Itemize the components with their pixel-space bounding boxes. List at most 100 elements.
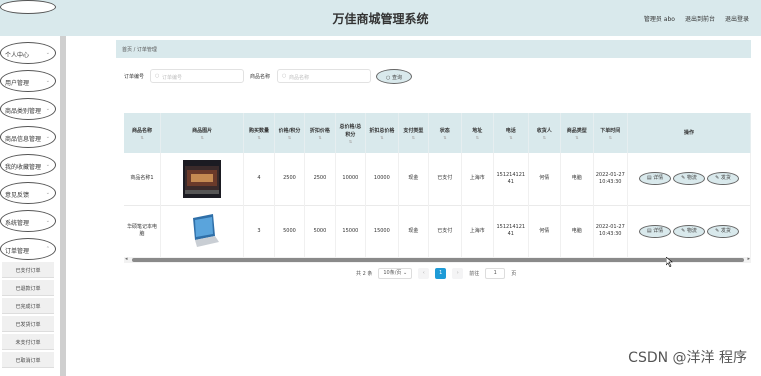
column-header[interactable]: 购买数量 ⇅ [243,113,275,153]
cell-goods-type: 电脑 [560,153,594,205]
column-header[interactable]: 支付类型 ⇅ [398,113,430,153]
goods-name-input[interactable]: ○ 商品名称 [277,69,371,83]
submenu-unpaid-orders[interactable]: 未支付订单 [2,334,54,350]
scroll-left-icon[interactable]: ◂ [125,256,128,262]
page-number-current[interactable]: 1 [435,267,447,279]
column-header[interactable]: 收货人 ⇅ [528,113,562,153]
sort-icon: ⇅ [443,134,447,140]
orders-table: 商品名称 ⇅ 商品图片 ⇅ 购买数量 ⇅ 价格/积分 ⇅ 折扣价格 ⇅ 总价格/总积分 ⇅ … [124,113,751,259]
chevron-down-icon: ⌄ [45,50,50,56]
order-no-input[interactable]: ○ 订单编号 [150,69,244,83]
column-header[interactable]: 价格/积分 ⇅ [274,113,306,153]
cell-discount: 5000 [304,205,336,257]
breadcrumb-current: 订单管理 [136,47,157,53]
ship-button[interactable]: ✎ 发货 [707,224,739,238]
query-button-label: 查询 [391,75,402,81]
sidebar-item-favorites[interactable]: 我的收藏管理 ⌄ [0,154,56,176]
column-header[interactable]: 折扣价格 ⇅ [304,113,336,153]
chevron-down-icon: ⌄ [45,218,50,224]
column-header[interactable]: 地址 ⇅ [461,113,495,153]
logistics-button[interactable]: ✎ 物流 [673,224,705,238]
submenu-refunded-orders[interactable]: 已退款订单 [2,280,54,296]
cell-phone: 15121412141 [493,153,529,205]
logistics-button[interactable]: ✎ 物流 [673,172,705,186]
sidebar-item-orders[interactable]: 订单管理 ⌃ [0,238,56,260]
column-header[interactable]: 总价格/总积分 ⇅ [335,113,367,153]
sort-icon: ⇅ [348,138,353,144]
chevron-down-icon: ⌄ [45,134,50,140]
main-content: 首页 / 订单管理 订单编号 ○ 订单编号 商品名称 ○ 商品名称 ○ 查询 商… [66,36,761,376]
order-no-placeholder: 订单编号 [162,75,183,81]
next-page-button[interactable]: › [452,267,464,279]
cell-goods-type: 电脑 [560,205,594,257]
goto-page-input[interactable]: 1 [485,267,506,279]
chevron-down-icon: ⌄ [45,78,50,84]
cell-discount-total: 15000 [365,205,399,257]
cell-goods-image [160,153,245,205]
page-unit-label: 页 [511,270,517,277]
sidebar-item-users[interactable]: 用户管理 ⌄ [0,70,56,92]
scroll-right-icon[interactable]: ▸ [747,256,750,262]
sidebar-item-label: 意见反馈 [5,192,30,199]
sort-icon: ⇅ [200,134,204,140]
submenu-label: 已发货订单 [15,322,41,328]
detail-button[interactable]: ▤ 详情 [639,172,671,186]
app-header: 万佳商城管理系统 管理员 abo 退出到前台 退出登录 [0,0,761,36]
goods-name-label: 商品名称 [250,74,271,80]
cell-status: 已支付 [428,153,462,205]
scrollbar-thumb[interactable] [132,258,744,262]
submenu-paid-orders[interactable]: 已支付订单 [2,262,54,278]
query-button[interactable]: ○ 查询 [376,69,412,84]
sidebar-item-feedback[interactable]: 意见反馈 ⌄ [0,182,56,204]
sidebar-item-label: 我的收藏管理 [5,164,42,171]
detail-button[interactable]: ▤ 详情 [639,224,671,238]
submenu-label: 未支付订单 [15,340,41,346]
logout-link[interactable]: 退出登录 [725,14,749,23]
sort-icon: ⇅ [475,134,479,140]
sort-icon: ⇅ [509,134,513,140]
submenu-completed-orders[interactable]: 已完成订单 [2,298,54,314]
ship-button[interactable]: ✎ 发货 [707,172,739,186]
column-header[interactable]: 状态 ⇅ [428,113,462,153]
cell-phone: 15121412141 [493,205,529,257]
breadcrumb-home[interactable]: 首页 [122,47,132,53]
table-row: 华硕笔记本电脑 3 5000 5000 15000 15000 现金 已支付 上… [124,205,751,257]
breadcrumb: 首页 / 订单管理 [116,40,751,58]
sidebar-top-item[interactable] [0,0,56,14]
column-header[interactable]: 电话 ⇅ [493,113,529,153]
sidebar-item-profile[interactable]: 个人中心 ⌄ [0,42,56,64]
submenu-label: 已完成订单 [15,304,41,310]
sidebar-item-goods[interactable]: 商品信息管理 ⌄ [0,126,56,148]
header-links: 管理员 abo 退出到前台 退出登录 [644,14,749,23]
chevron-down-icon: ⌄ [45,106,50,112]
column-header[interactable]: 下单时间 ⇅ [593,113,629,153]
search-icon: ○ [282,73,287,79]
sort-icon: ⇅ [318,134,322,140]
sort-icon: ⇅ [608,134,612,140]
submenu-label: 已支付订单 [15,268,41,274]
chevron-up-icon: ⌃ [45,246,50,252]
cell-discount-total: 10000 [365,153,399,205]
sidebar-item-system[interactable]: 系统管理 ⌄ [0,210,56,232]
back-to-front-link[interactable]: 退出到前台 [685,14,715,23]
sidebar-item-label: 商品类别管理 [5,108,42,115]
cell-address: 上海市 [461,205,495,257]
column-header[interactable]: 商品类型 ⇅ [560,113,594,153]
sort-icon: ⇅ [257,134,261,140]
cell-actions: ▤ 详情 ✎ 物流 ✎ 发货 [627,153,751,205]
page-size-select[interactable]: 10条/页 ⌄ [378,267,413,279]
column-header[interactable]: 折扣总价格 ⇅ [365,113,399,153]
table-horizontal-scrollbar[interactable]: ◂ ▸ [124,256,751,263]
cell-receiver: 何倩 [528,153,562,205]
prev-page-button[interactable]: ‹ [418,267,430,279]
column-header[interactable]: 商品名称 ⇅ [124,113,162,153]
sidebar-item-label: 商品信息管理 [5,136,42,143]
column-header[interactable]: 商品图片 ⇅ [160,113,245,153]
chevron-down-icon: ⌄ [45,190,50,196]
sidebar-item-label: 个人中心 [5,52,30,59]
sidebar-item-categories[interactable]: 商品类别管理 ⌄ [0,98,56,120]
submenu-cancelled-orders[interactable]: 已取消订单 [2,352,54,368]
cell-pay-type: 现金 [398,205,430,257]
submenu-shipped-orders[interactable]: 已发货订单 [2,316,54,332]
order-no-label: 订单编号 [124,74,145,80]
